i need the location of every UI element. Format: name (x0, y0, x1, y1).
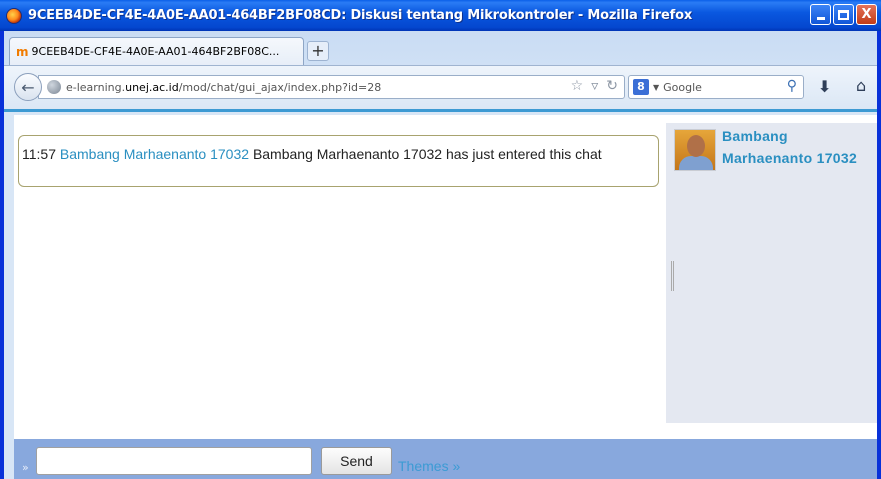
history-dropdown-icon[interactable]: ▿ (591, 78, 598, 94)
back-button[interactable]: ← (14, 73, 42, 101)
send-button[interactable]: Send (321, 447, 392, 475)
new-tab-button[interactable]: + (307, 41, 329, 61)
title-bar[interactable]: 9CEEB4DE-CF4E-4A0E-AA01-464BF2BF08CD: Di… (0, 0, 881, 31)
avatar[interactable] (674, 129, 716, 171)
browser-chrome: m 9CEEB4DE-CF4E-4A0E-AA01-464BF2BF08C...… (4, 31, 877, 479)
tab-strip: m 9CEEB4DE-CF4E-4A0E-AA01-464BF2BF08C...… (4, 31, 877, 65)
close-button[interactable]: X (856, 4, 877, 25)
chat-message: 11:57 Bambang Marhaenanto 17032 Bambang … (18, 135, 659, 187)
chat-input-bar: » Send Themes » (14, 439, 877, 479)
themes-link[interactable]: Themes » (398, 458, 460, 474)
minimize-icon (816, 17, 825, 20)
download-icon[interactable]: ⬇ (818, 77, 831, 96)
tab-chat[interactable]: m 9CEEB4DE-CF4E-4A0E-AA01-464BF2BF08C... (9, 37, 304, 65)
message-user-link[interactable]: Bambang Marhaenanto 17032 (60, 146, 249, 162)
browser-window: 9CEEB4DE-CF4E-4A0E-AA01-464BF2BF08CD: Di… (0, 0, 881, 479)
message-input[interactable] (36, 447, 312, 475)
maximize-icon (838, 9, 849, 20)
search-bar[interactable]: 8 ▼ Google ⚲ (628, 75, 804, 99)
window-title: 9CEEB4DE-CF4E-4A0E-AA01-464BF2BF08CD: Di… (28, 8, 693, 23)
reload-icon[interactable]: ↻ (606, 78, 618, 94)
search-placeholder: Google (663, 80, 702, 94)
user-list-panel: Bambang Marhaenanto 17032 (666, 123, 877, 423)
url-bar[interactable]: e-learning.unej.ac.id/mod/chat/gui_ajax/… (38, 75, 625, 99)
url-text: e-learning.unej.ac.id/mod/chat/gui_ajax/… (66, 80, 382, 94)
message-text: Bambang Marhaenanto 17032 has just enter… (252, 146, 602, 162)
window-controls: X (810, 4, 877, 25)
panel-resize-handle[interactable] (671, 261, 674, 291)
search-icon[interactable]: ⚲ (787, 78, 797, 94)
toolbar-divider (4, 109, 877, 112)
globe-icon (47, 80, 61, 94)
navigation-bar: e-learning.unej.ac.id/mod/chat/gui_ajax/… (4, 65, 877, 109)
home-icon[interactable]: ⌂ (856, 76, 866, 95)
bookmark-star-icon[interactable]: ☆ (571, 78, 584, 94)
chevron-down-icon[interactable]: ▼ (653, 83, 659, 92)
tab-label: 9CEEB4DE-CF4E-4A0E-AA01-464BF2BF08C... (31, 45, 280, 58)
maximize-button[interactable] (833, 4, 854, 25)
moodle-favicon-icon: m (16, 44, 29, 59)
url-actions: ☆ ▿ ↻ (571, 78, 618, 94)
firefox-logo-icon (6, 7, 22, 24)
input-prompt: » (22, 461, 29, 474)
close-icon: X (861, 7, 872, 22)
user-list-name[interactable]: Bambang Marhaenanto 17032 (722, 125, 877, 169)
chat-page: 11:57 Bambang Marhaenanto 17032 Bambang … (14, 115, 877, 479)
back-arrow-icon: ← (21, 77, 35, 97)
minimize-button[interactable] (810, 4, 831, 25)
google-search-engine-icon[interactable]: 8 (633, 79, 649, 95)
message-time: 11:57 (22, 146, 56, 162)
